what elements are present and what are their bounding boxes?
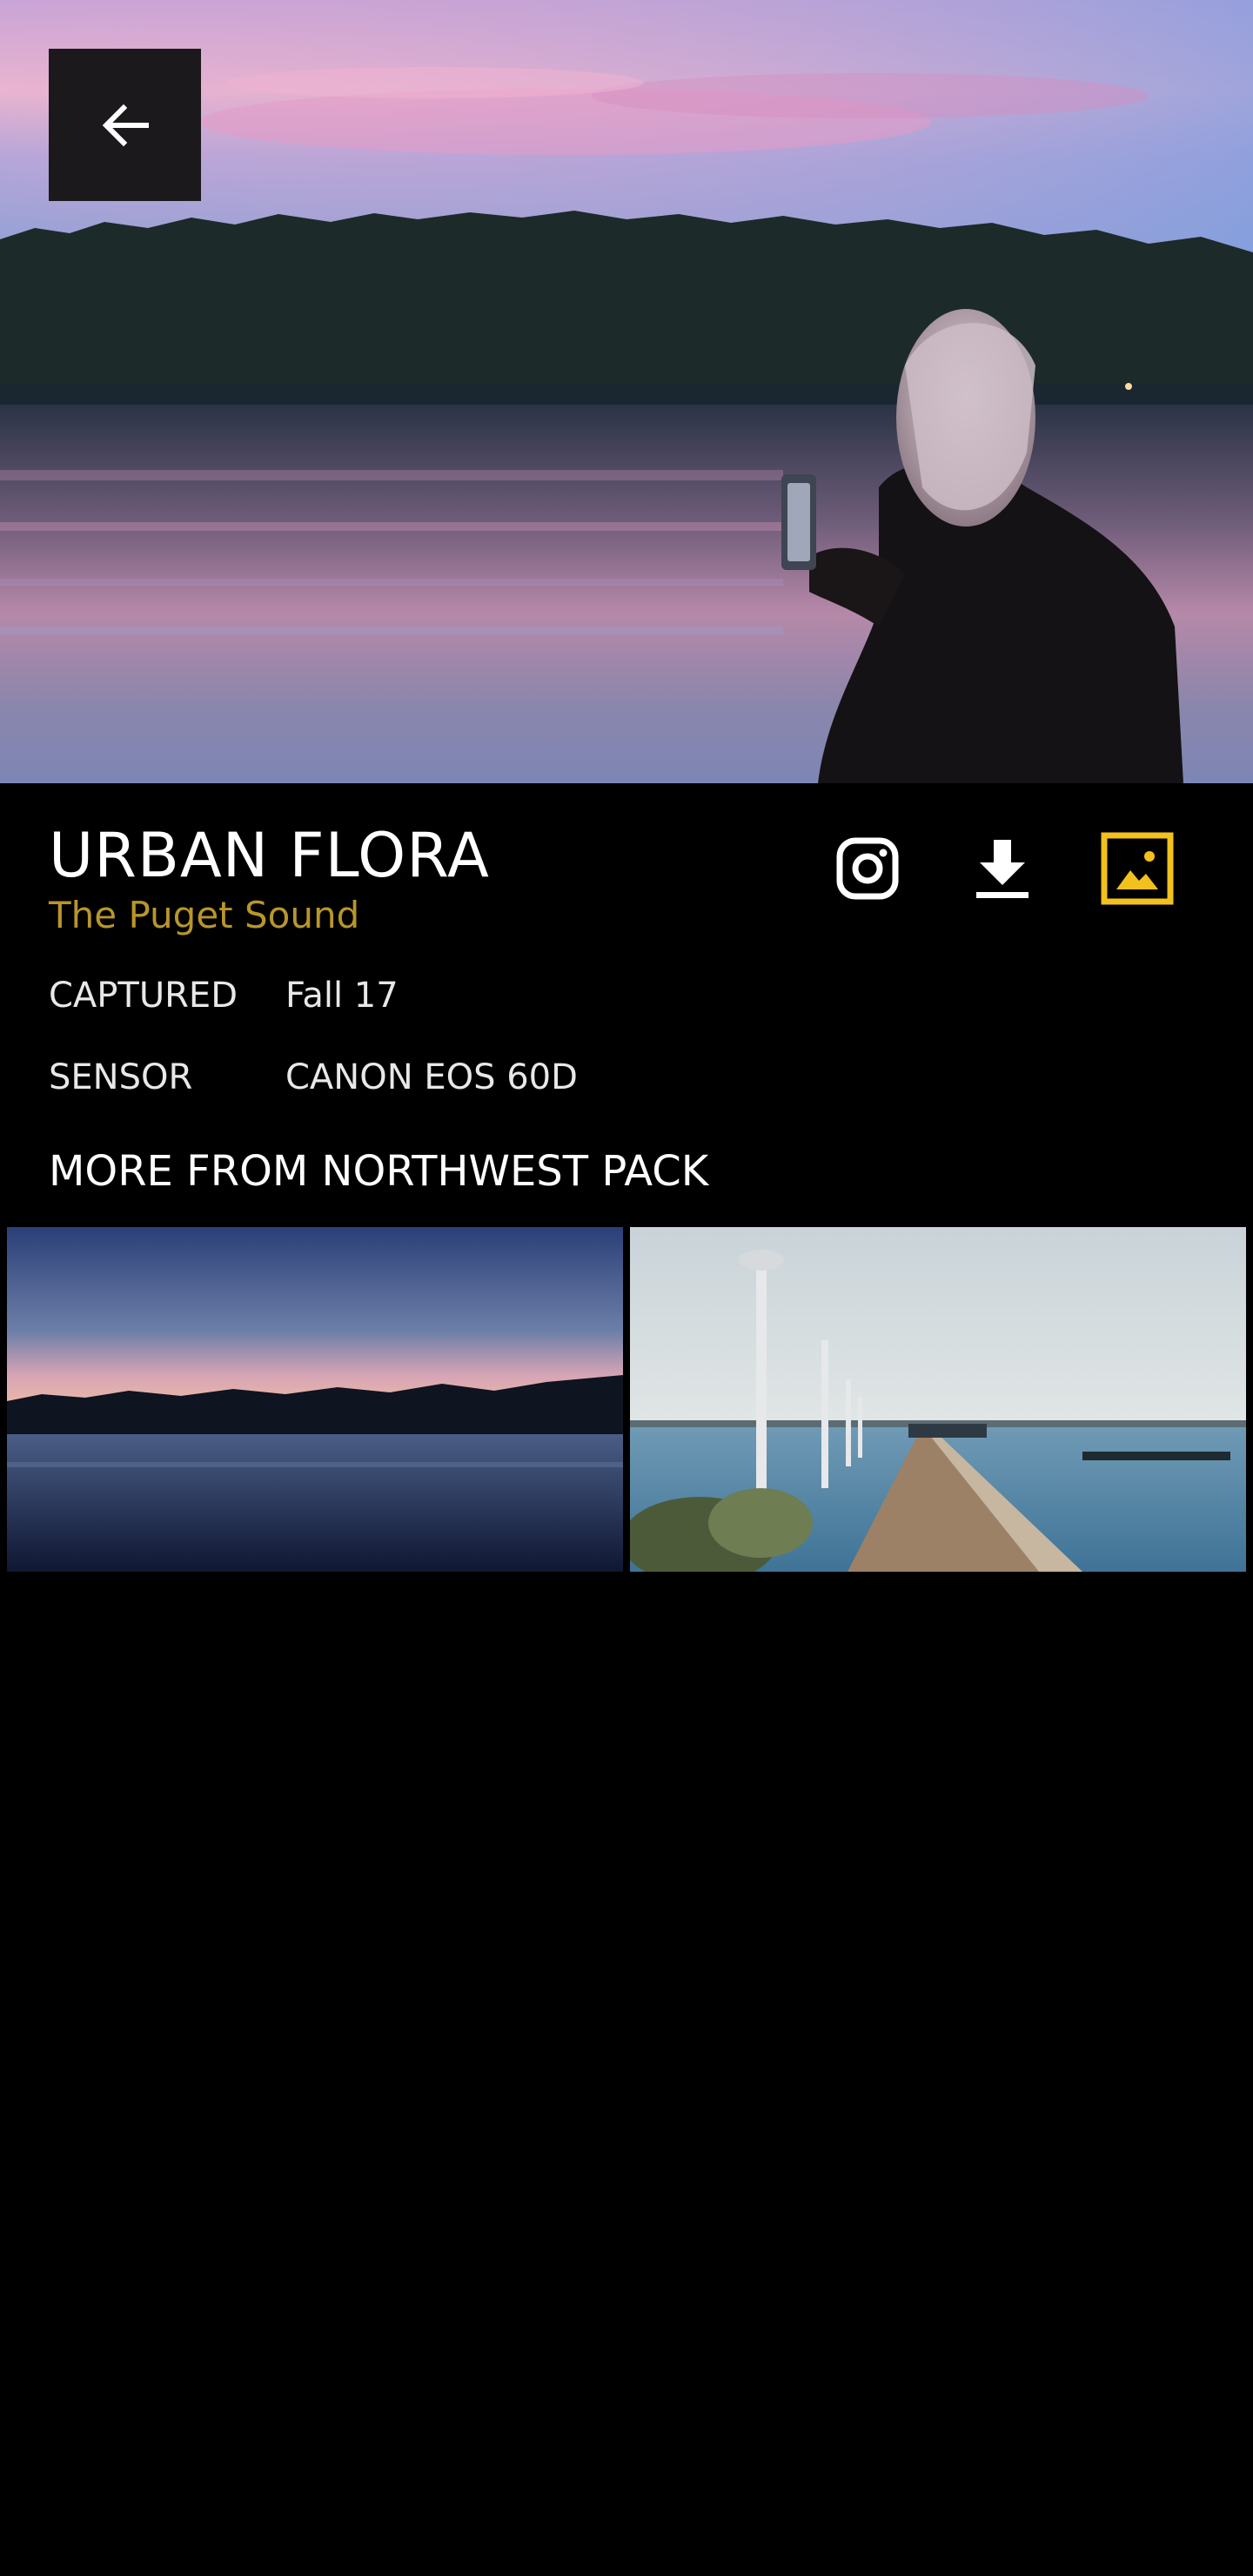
- download-icon: [975, 840, 1029, 898]
- photo-title: URBAN FLORA: [49, 820, 490, 891]
- hero-photo: [0, 0, 1253, 783]
- action-bar: [800, 825, 1204, 912]
- download-button[interactable]: [935, 825, 1069, 912]
- more-from-pack-heading: MORE FROM NORTHWEST PACK: [49, 1147, 709, 1196]
- arrow-left-icon: [102, 104, 149, 146]
- meta-value: CANON EOS 60D: [285, 1057, 578, 1097]
- meta-label: CAPTURED: [49, 976, 238, 1016]
- photo-detail-screen: URBAN FLORA The Puget Sound CAPTURED Fal…: [0, 0, 1253, 2576]
- meta-value: Fall 17: [285, 976, 399, 1016]
- gallery-thumbnail[interactable]: [7, 1227, 623, 1572]
- instagram-icon: [836, 837, 898, 900]
- set-wallpaper-icon: [1101, 832, 1173, 905]
- set-wallpaper-button[interactable]: [1069, 825, 1204, 912]
- photo-location: The Puget Sound: [49, 894, 360, 936]
- gallery-thumbnail[interactable]: [630, 1227, 1246, 1572]
- thumbnail-pier-image: [630, 1227, 1246, 1572]
- meta-row-captured: CAPTURED Fall 17: [49, 969, 399, 1022]
- thumbnail-lake-dusk-image: [7, 1227, 623, 1572]
- back-button[interactable]: [49, 49, 201, 201]
- meta-label: SENSOR: [49, 1057, 193, 1097]
- instagram-button[interactable]: [800, 825, 935, 912]
- meta-row-sensor: SENSOR CANON EOS 60D: [49, 1051, 578, 1104]
